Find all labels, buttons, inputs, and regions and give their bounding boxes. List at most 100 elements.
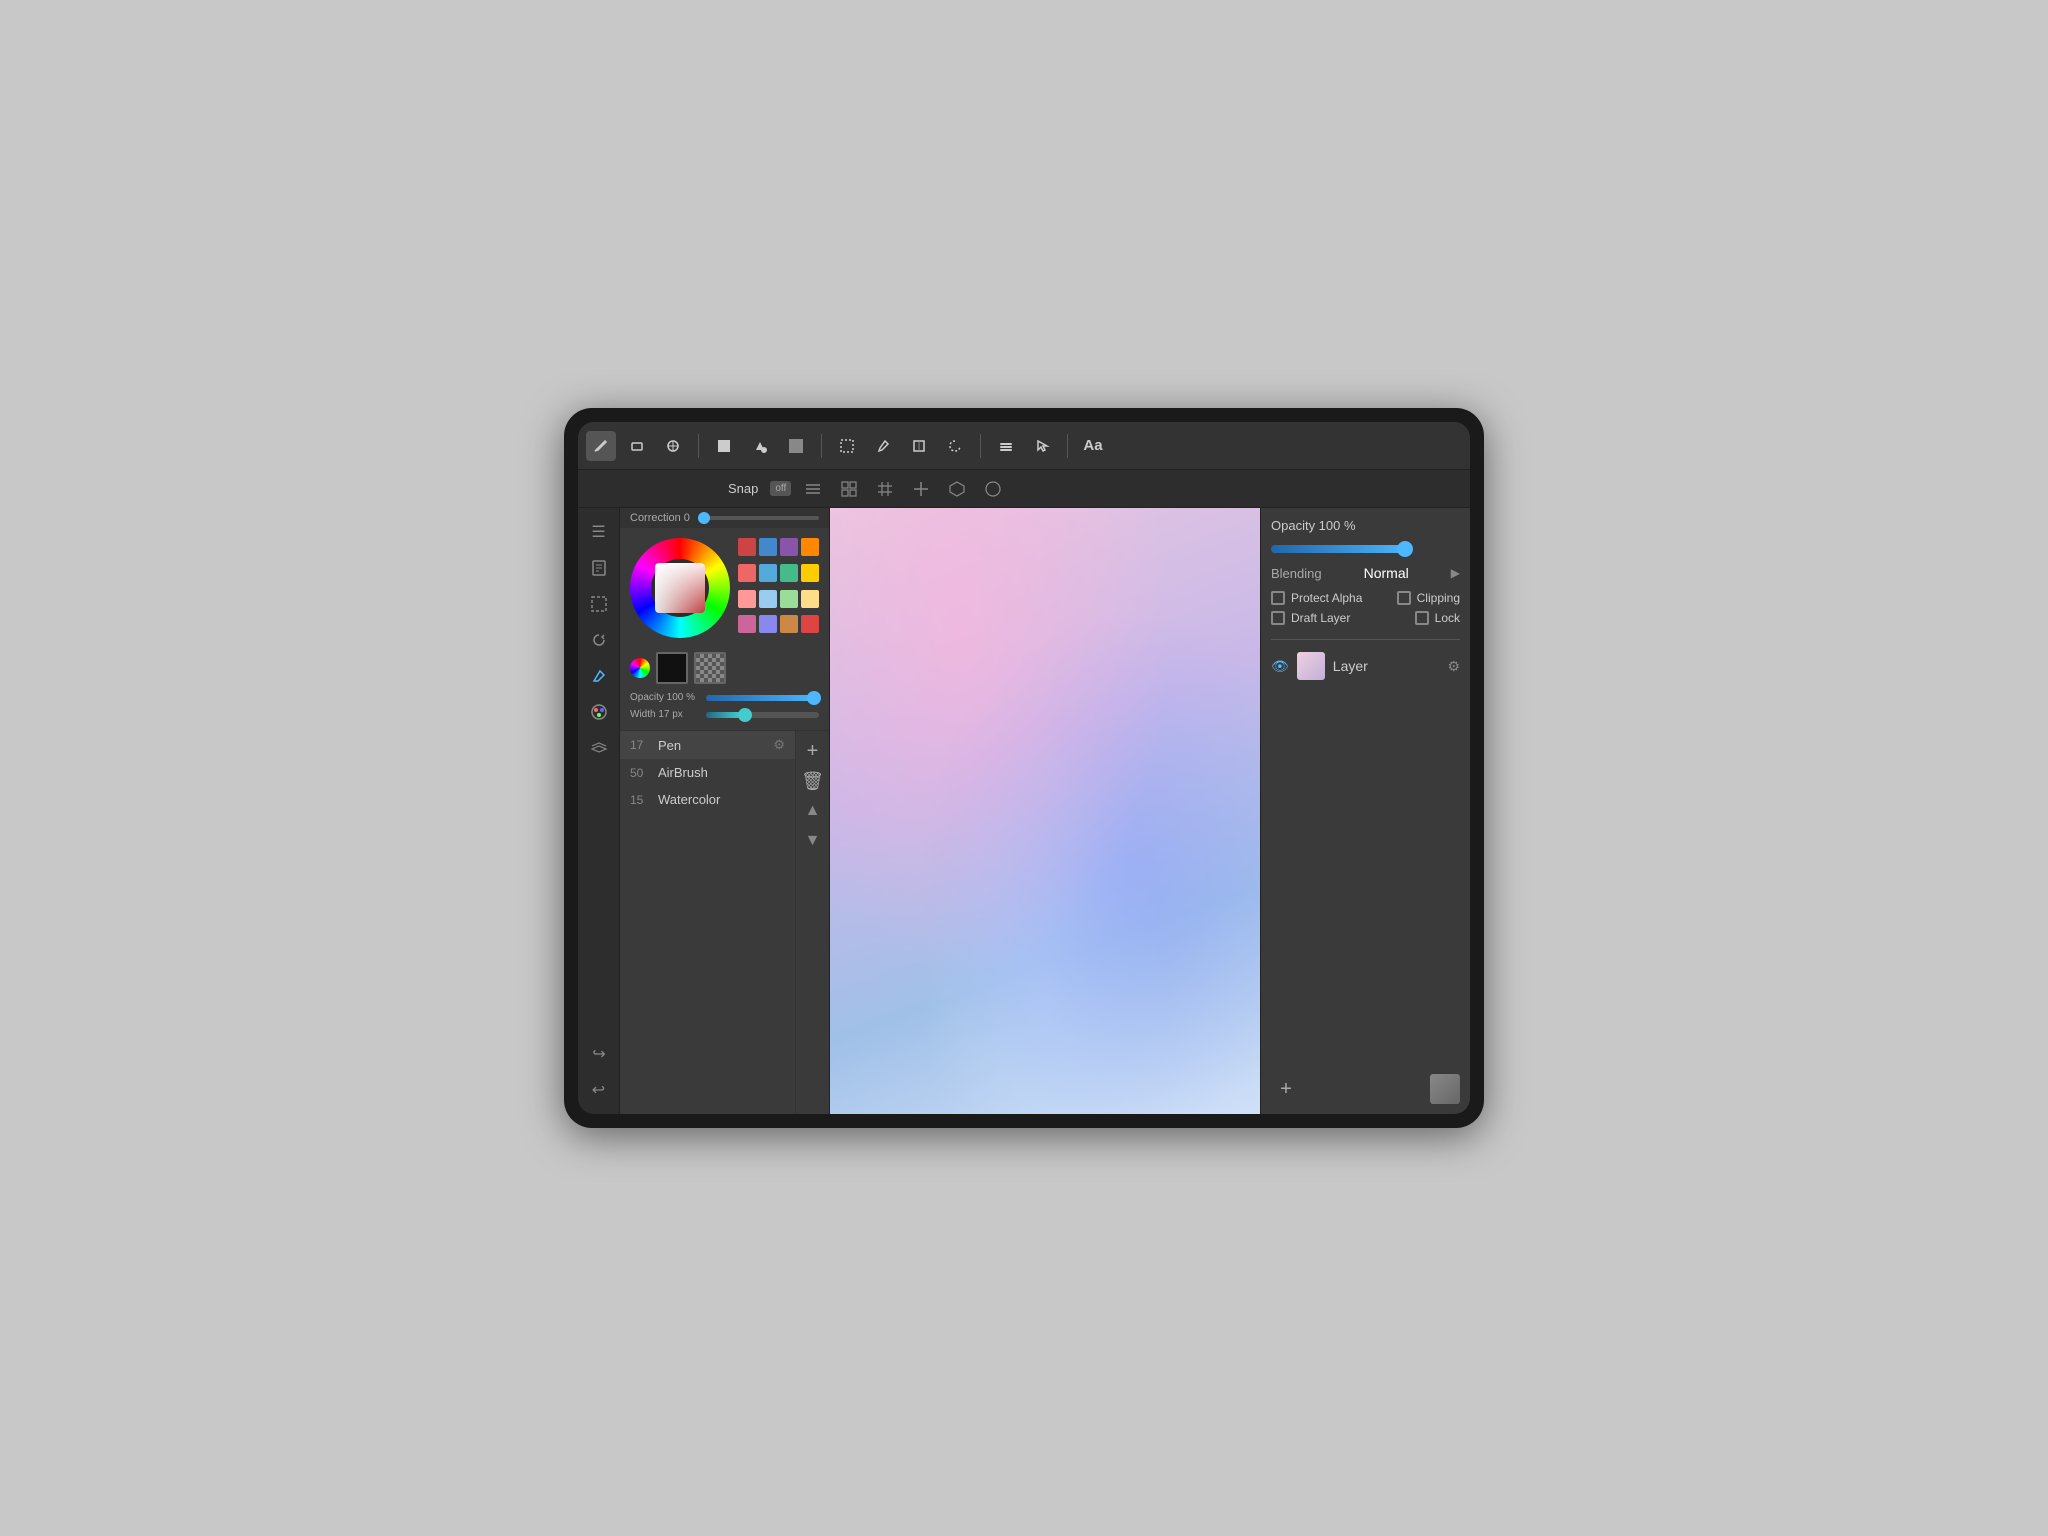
background-color[interactable] [694, 652, 726, 684]
right-panel: Opacity 100 % Blending Normal ▶ Protect … [1260, 508, 1470, 1114]
brush-delete-btn[interactable]: 🗑 [799, 767, 827, 795]
swatch-0[interactable] [738, 538, 756, 556]
correction-bar: Correction 0 [620, 508, 829, 528]
width-thumb[interactable] [738, 708, 752, 722]
opacity-track[interactable] [1271, 545, 1411, 553]
brush-item-watercolor[interactable]: 15 Watercolor [620, 786, 795, 813]
pointer-tool[interactable] [1027, 431, 1057, 461]
lock-label: Lock [1435, 611, 1460, 625]
blending-label: Blending [1271, 566, 1322, 581]
swatch-14[interactable] [780, 615, 798, 633]
layers-tool[interactable] [991, 431, 1021, 461]
sidebar-rotate-icon[interactable] [583, 624, 615, 656]
sidebar-selection-icon[interactable] [583, 588, 615, 620]
text-tool[interactable]: Aa [1078, 431, 1108, 461]
swatch-9[interactable] [759, 590, 777, 608]
shape-tool[interactable] [709, 431, 739, 461]
sidebar-layers-icon[interactable] [583, 732, 615, 764]
brush-add-btn[interactable]: + [799, 737, 827, 765]
layer-settings-icon[interactable]: ⚙ [1447, 658, 1460, 675]
layer-row[interactable]: 👁 Layer ⚙ [1271, 648, 1460, 684]
layer-eye-icon[interactable]: 👁 [1271, 658, 1289, 675]
eraser-tool[interactable] [622, 431, 652, 461]
layer-divider [1271, 639, 1460, 640]
artwork-background [830, 508, 1260, 1114]
snap-circle-icon[interactable] [979, 475, 1007, 503]
swatch-8[interactable] [738, 590, 756, 608]
swatch-10[interactable] [780, 590, 798, 608]
swatch-6[interactable] [780, 564, 798, 582]
color-wheel-container[interactable] [630, 538, 730, 638]
sidebar-menu-icon[interactable]: ☰ [583, 516, 615, 548]
foreground-color[interactable] [656, 652, 688, 684]
brush-item-airbrush[interactable]: 50 AirBrush [620, 759, 795, 786]
width-track[interactable] [706, 712, 819, 718]
swatch-7[interactable] [801, 564, 819, 582]
opacity-track[interactable] [706, 695, 819, 701]
snap-hex-icon[interactable] [943, 475, 971, 503]
swatch-3[interactable] [801, 538, 819, 556]
layer-add-button[interactable]: + [1271, 1074, 1301, 1104]
opacity-thumb[interactable] [807, 691, 821, 705]
draft-layer-label: Draft Layer [1291, 611, 1350, 625]
eyedropper-tool[interactable] [868, 431, 898, 461]
sidebar-color-icon[interactable] [583, 696, 615, 728]
clipping-label: Clipping [1417, 591, 1460, 605]
gradient-tool[interactable] [781, 431, 811, 461]
blending-row[interactable]: Blending Normal ▶ [1271, 565, 1460, 581]
correction-track[interactable] [698, 516, 819, 520]
pencil-tool[interactable] [586, 431, 616, 461]
color-wheel[interactable] [630, 538, 730, 638]
crop-tool[interactable] [904, 431, 934, 461]
protect-alpha-label: Protect Alpha [1291, 591, 1362, 605]
opacity-thumb[interactable] [1397, 541, 1413, 557]
swatch-15[interactable] [801, 615, 819, 633]
lock-checkbox[interactable] [1415, 611, 1429, 625]
brush-pen-settings[interactable]: ⚙ [773, 737, 785, 753]
color-mode-icon[interactable] [630, 658, 650, 678]
snap-off-badge[interactable]: off [770, 481, 791, 496]
sidebar-new-icon[interactable] [583, 552, 615, 584]
canvas-area[interactable] [830, 508, 1260, 1114]
swatch-12[interactable] [738, 615, 756, 633]
fill-tool[interactable] [745, 431, 775, 461]
swatch-4[interactable] [738, 564, 756, 582]
swatch-11[interactable] [801, 590, 819, 608]
lasso-tool[interactable] [940, 431, 970, 461]
separator-3 [980, 434, 981, 458]
opacity-label: Opacity 100 % [630, 692, 700, 703]
top-toolbar: Aa [578, 422, 1470, 470]
selection-tool[interactable] [832, 431, 862, 461]
snap-lines-icon[interactable] [799, 475, 827, 503]
snap-bar: Snap off [578, 470, 1470, 508]
opacity-label: Opacity 100 % [1271, 518, 1356, 533]
clipping-checkbox[interactable] [1397, 591, 1411, 605]
brush-section: 17 Pen ⚙ 50 AirBrush 15 Watercolor [620, 730, 829, 1114]
width-label: Width 17 px [630, 709, 700, 720]
blending-value: Normal [1364, 565, 1409, 581]
snap-grid2-icon[interactable] [871, 475, 899, 503]
color-picker-square[interactable] [655, 563, 705, 613]
correction-thumb[interactable] [698, 512, 710, 524]
swatch-5[interactable] [759, 564, 777, 582]
color-section [620, 528, 829, 648]
sidebar-redo-icon[interactable]: ↩ [583, 1038, 615, 1070]
transform-tool[interactable] [658, 431, 688, 461]
snap-grid1-icon[interactable] [835, 475, 863, 503]
snap-lines2-icon[interactable] [907, 475, 935, 503]
draft-layer-checkbox[interactable] [1271, 611, 1285, 625]
swatch-2[interactable] [780, 538, 798, 556]
blending-arrow: ▶ [1451, 566, 1460, 580]
sidebar-undo-icon[interactable]: ↩ [583, 1074, 615, 1106]
layer-thumb-small[interactable] [1430, 1074, 1460, 1104]
brush-list: 17 Pen ⚙ 50 AirBrush 15 Watercolor [620, 731, 795, 1114]
brush-item-pen[interactable]: 17 Pen ⚙ [620, 731, 795, 759]
opacity-fill [1271, 545, 1411, 553]
swatch-1[interactable] [759, 538, 777, 556]
brush-move-down-btn[interactable]: ▼ [799, 827, 827, 855]
sidebar-brush-icon[interactable] [583, 660, 615, 692]
brush-move-up-btn[interactable]: ▲ [799, 797, 827, 825]
protect-alpha-checkbox[interactable] [1271, 591, 1285, 605]
draft-layer-row: Draft Layer Lock [1271, 611, 1460, 625]
swatch-13[interactable] [759, 615, 777, 633]
